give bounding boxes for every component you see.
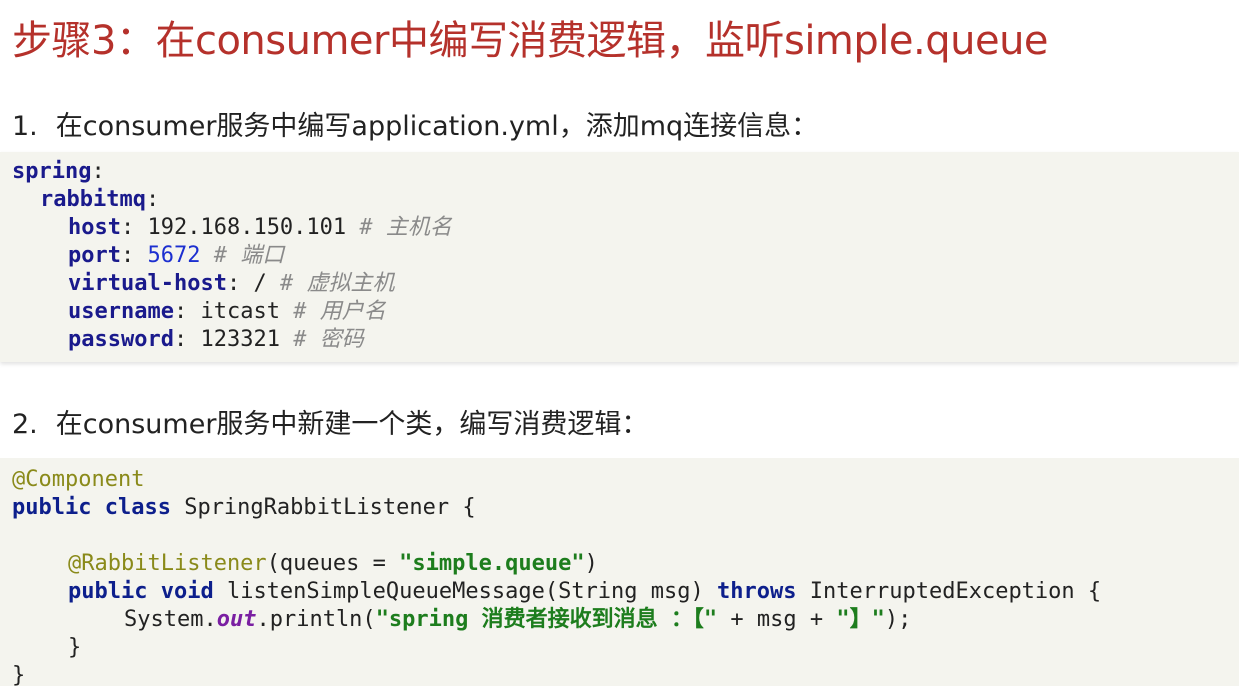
yaml-colon: :	[145, 187, 160, 212]
step-2-number: 2.	[12, 409, 38, 440]
java-keyword: public void	[68, 579, 214, 604]
java-code: )	[584, 551, 598, 576]
java-annotation: @Component	[12, 467, 145, 492]
yaml-value: itcast	[200, 299, 280, 324]
step-2-text: 在consumer服务中新建一个类，编写消费逻辑：	[55, 409, 649, 440]
yaml-comment: # 用户名	[293, 299, 386, 324]
java-code: + msg +	[717, 607, 837, 632]
yaml-key: host	[68, 215, 121, 240]
yaml-code-block: spring: rabbitmq: host: 192.168.150.101 …	[0, 152, 1239, 362]
java-field: out	[216, 607, 257, 632]
java-code: }	[68, 635, 82, 660]
java-line-5: public void listenSimpleQueueMessage(Str…	[68, 578, 1101, 606]
yaml-value: /	[253, 271, 267, 296]
yaml-colon: :	[173, 299, 188, 324]
java-line-2: public class SpringRabbitListener {	[12, 494, 476, 522]
yaml-colon: :	[226, 271, 241, 296]
yaml-colon: :	[173, 327, 188, 352]
yaml-key: virtual-host	[68, 271, 227, 296]
step-1: 1. 在consumer服务中编写application.yml，添加mq连接信息…	[12, 104, 818, 143]
java-code: InterruptedException {	[796, 579, 1102, 604]
yaml-colon: :	[120, 215, 135, 240]
step-1-number: 1.	[12, 111, 38, 142]
yaml-line-host: host: 192.168.150.101 # 主机名	[68, 214, 452, 242]
java-code: );	[884, 607, 912, 632]
yaml-key: spring	[12, 159, 92, 184]
yaml-key: password	[68, 327, 174, 352]
step-2: 2. 在consumer服务中新建一个类，编写消费逻辑：	[12, 402, 648, 441]
yaml-line-username: username: itcast # 用户名	[68, 298, 386, 326]
java-string: "】"	[836, 607, 885, 632]
yaml-line-rabbitmq: rabbitmq:	[40, 186, 159, 214]
yaml-comment: # 密码	[293, 327, 364, 352]
java-code: (queues =	[266, 551, 400, 576]
yaml-line-port: port: 5672 # 端口	[68, 242, 284, 270]
yaml-comment: # 端口	[213, 243, 285, 268]
java-keyword: throws	[717, 579, 797, 604]
yaml-line-password: password: 123321 # 密码	[68, 326, 364, 354]
java-line-6: System.out.println("spring 消费者接收到消息 ：【" …	[124, 606, 911, 634]
java-code-block: @Component public class SpringRabbitList…	[0, 458, 1239, 688]
java-keyword: public class	[12, 495, 171, 520]
yaml-value: 5672	[147, 243, 201, 268]
java-string: "spring 消费者接收到消息 ：【"	[375, 607, 718, 632]
yaml-value: 123321	[200, 327, 280, 352]
java-string: "simple.queue"	[399, 551, 585, 576]
yaml-comment: # 主机名	[359, 215, 452, 240]
java-line-4: @RabbitListener(queues = "simple.queue")	[68, 550, 598, 578]
java-code: }	[12, 663, 26, 688]
yaml-key: port	[68, 243, 121, 268]
java-line-7: }	[68, 634, 81, 662]
java-annotation: @RabbitListener	[68, 551, 267, 576]
yaml-value: 192.168.150.101	[147, 215, 347, 240]
step-1-text: 在consumer服务中编写application.yml，添加mq连接信息：	[55, 111, 819, 142]
yaml-key: username	[68, 299, 174, 324]
yaml-comment: # 虚拟主机	[279, 271, 395, 296]
yaml-line-spring: spring:	[12, 158, 105, 186]
java-code: .println(	[256, 607, 376, 632]
page-title: 步骤3：在consumer中编写消费逻辑，监听simple.queue	[12, 18, 1049, 64]
java-code: System.	[124, 607, 217, 632]
yaml-line-virtual-host: virtual-host: / # 虚拟主机	[68, 270, 394, 298]
java-line-1: @Component	[12, 466, 144, 494]
yaml-colon: :	[91, 159, 105, 184]
yaml-colon: :	[120, 243, 135, 268]
java-code: listenSimpleQueueMessage(String msg)	[213, 579, 718, 604]
yaml-key: rabbitmq	[40, 187, 146, 212]
java-code: SpringRabbitListener {	[170, 495, 476, 520]
